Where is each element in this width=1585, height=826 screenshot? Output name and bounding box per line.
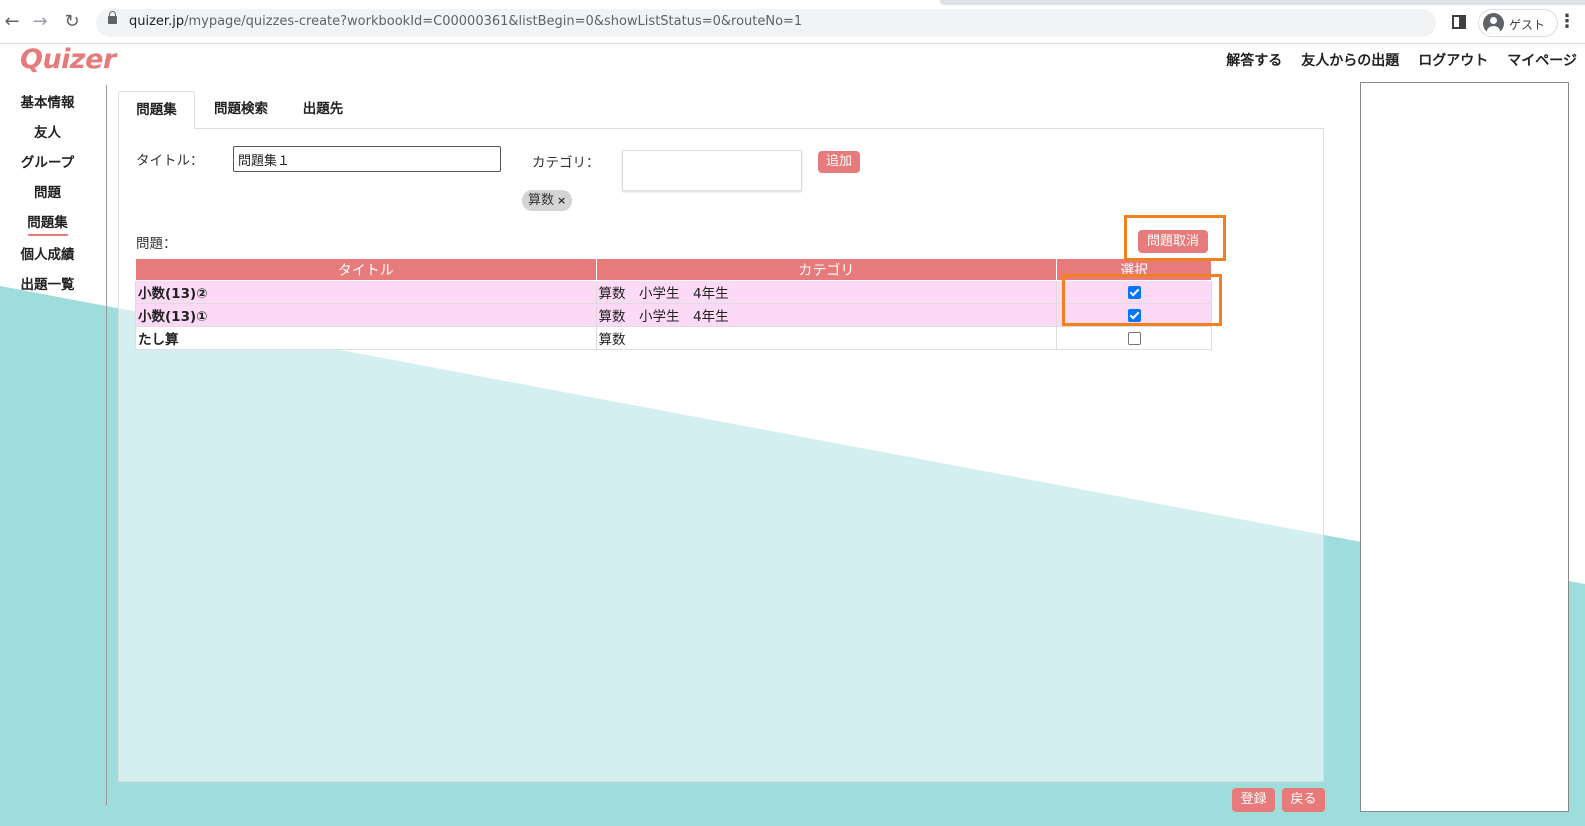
title-input[interactable]: [233, 146, 501, 172]
add-category-button[interactable]: 追加: [818, 151, 860, 173]
reload-icon[interactable]: ↻: [60, 10, 84, 34]
nav-logout[interactable]: ログアウト: [1418, 50, 1488, 70]
screen: { "browser": { "url_host": "quizer.jp", …: [0, 0, 1585, 826]
sidebar-item-groups[interactable]: グループ: [0, 151, 95, 171]
column-header-category[interactable]: カテゴリ: [595, 258, 1058, 281]
category-tag-label: 算数: [528, 193, 555, 208]
browser-toolbar: ← → ↻ quizer.jp/mypage/quizzes-create?wo…: [0, 0, 1585, 44]
lock-icon: [108, 11, 117, 24]
table-header-row: タイトル カテゴリ 選択: [135, 258, 1212, 281]
row-select-cell: [1056, 326, 1212, 350]
sidebar-divider: [106, 85, 107, 805]
side-panel-icon[interactable]: [1452, 15, 1466, 29]
forward-arrow-icon[interactable]: →: [28, 10, 52, 34]
table-row[interactable]: 小数(13)① 算数 小学生 4年生: [135, 303, 1212, 327]
quizer-logo[interactable]: Quizer: [20, 44, 116, 75]
address-bar[interactable]: quizer.jp/mypage/quizzes-create?workbook…: [96, 9, 1436, 37]
profile-button[interactable]: ゲスト: [1478, 9, 1558, 37]
title-label: タイトル：: [136, 153, 204, 169]
url-text: quizer.jp/mypage/quizzes-create?workbook…: [129, 14, 803, 29]
row-category: 算数: [595, 326, 1058, 350]
row-category: 算数 小学生 4年生: [595, 280, 1058, 304]
highlight-selected-checkboxes: [1062, 274, 1222, 326]
top-navigation: 解答する 友人からの出題 ログアウト マイページ: [1226, 50, 1577, 70]
row-title: 小数(13)②: [135, 280, 597, 304]
column-header-title[interactable]: タイトル: [135, 258, 597, 281]
profile-label: ゲスト: [1509, 18, 1546, 32]
nav-friend-questions[interactable]: 友人からの出題: [1301, 50, 1399, 70]
nav-mypage[interactable]: マイページ: [1507, 50, 1577, 70]
register-button[interactable]: 登録: [1232, 788, 1275, 812]
sidebar-item-personal-results[interactable]: 個人成績: [0, 243, 95, 263]
category-label: カテゴリ：: [532, 155, 600, 171]
right-side-panel: [1360, 82, 1569, 812]
tab-question-search[interactable]: 問題検索: [200, 91, 282, 129]
row-category: 算数 小学生 4年生: [595, 303, 1058, 327]
nav-answer[interactable]: 解答する: [1226, 50, 1282, 70]
more-menu-icon[interactable]: ⋮: [1558, 11, 1576, 33]
sidebar-item-assignment-list[interactable]: 出題一覧: [0, 273, 95, 293]
questions-table: タイトル カテゴリ 選択 小数(13)② 算数 小学生 4年生 小数(13)① …: [135, 258, 1212, 350]
category-tag: 算数 ×: [522, 190, 573, 211]
tab-workbook[interactable]: 問題集: [118, 91, 195, 129]
back-arrow-icon[interactable]: ←: [0, 10, 24, 34]
tab-destination[interactable]: 出題先: [288, 91, 358, 129]
category-input[interactable]: [622, 150, 802, 191]
table-row[interactable]: たし算 算数: [135, 326, 1212, 350]
row-title: たし算: [135, 326, 597, 350]
sidebar-item-workbooks[interactable]: 問題集: [0, 211, 95, 236]
sidebar-item-label: 問題集: [27, 215, 68, 231]
remove-tag-icon[interactable]: ×: [557, 194, 566, 207]
questions-label: 問題：: [136, 236, 177, 252]
sidebar-item-friends[interactable]: 友人: [0, 121, 95, 141]
sidebar-item-basic-info[interactable]: 基本情報: [0, 91, 95, 111]
row-checkbox[interactable]: [1127, 331, 1141, 345]
table-row[interactable]: 小数(13)② 算数 小学生 4年生: [135, 280, 1212, 304]
sidebar-item-questions[interactable]: 問題: [0, 181, 95, 201]
avatar-icon: [1483, 13, 1504, 34]
row-title: 小数(13)①: [135, 303, 597, 327]
back-button[interactable]: 戻る: [1282, 788, 1325, 812]
active-underline: [28, 234, 68, 236]
highlight-remove-button: [1124, 215, 1226, 261]
tab-strip: [940, 0, 1585, 5]
